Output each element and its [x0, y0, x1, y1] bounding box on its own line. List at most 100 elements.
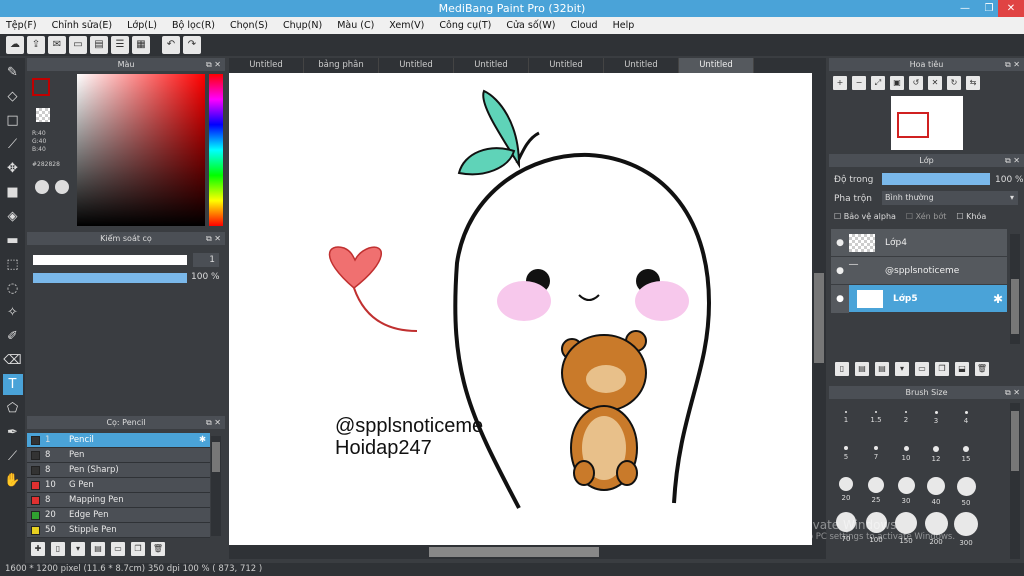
tab-untitled-active[interactable]: Untitled — [679, 58, 754, 73]
text-tool-icon[interactable]: T — [2, 374, 23, 395]
brush-item[interactable]: 50 Stipple Pen — [27, 523, 210, 538]
minimize-icon[interactable]: — — [954, 0, 976, 17]
menu-select[interactable]: Chọn(S) — [230, 20, 268, 31]
palette-add-icon[interactable] — [55, 180, 69, 194]
share-icon[interactable]: ▭ — [69, 36, 87, 54]
tab-untitled[interactable]: Untitled — [604, 58, 679, 73]
brush-size-option[interactable]: 1 — [831, 403, 861, 438]
menu-filter[interactable]: Bộ lọc(R) — [172, 20, 215, 31]
brush-size-option[interactable]: 25 — [861, 473, 891, 508]
tab-untitled[interactable]: Untitled — [229, 58, 304, 73]
brush-size-option[interactable]: 300 — [951, 508, 981, 547]
folder-icon[interactable]: ▭ — [111, 542, 125, 556]
rotate-right-icon[interactable]: ↻ — [947, 76, 961, 90]
list-icon[interactable]: ☰ — [111, 36, 129, 54]
brush-size-option[interactable]: 2 — [891, 403, 921, 438]
fill-tool-icon[interactable]: ◈ — [3, 206, 23, 227]
visibility-icon[interactable]: ● — [831, 284, 849, 313]
zoom-in-icon[interactable]: + — [833, 76, 847, 90]
vertical-scroll-thumb[interactable] — [814, 273, 824, 363]
duplicate-icon[interactable]: ❐ — [935, 362, 949, 376]
brush-item[interactable]: 8 Mapping Pen — [27, 493, 210, 508]
brush-size-option[interactable]: 1.5 — [861, 403, 891, 438]
rectangle-tool-icon[interactable]: ■ — [3, 182, 23, 203]
dot-tool-icon[interactable]: □ — [3, 110, 23, 131]
layer-item-selected[interactable]: ● Lớp5 ✱ — [831, 284, 1007, 313]
line-tool-icon[interactable]: ⟋ — [3, 134, 23, 155]
cloud-icon[interactable]: ☁ — [6, 36, 24, 54]
upload-icon[interactable]: ⇪ — [27, 36, 45, 54]
layer-item[interactable]: ● ━━━ @spplsnoticeme — [831, 257, 1007, 285]
brush-size-option[interactable]: 40 — [921, 473, 951, 508]
undo-icon[interactable]: ↶ — [162, 36, 180, 54]
move-tool-icon[interactable]: ✥ — [3, 158, 23, 179]
menu-view[interactable]: Xem(V) — [389, 20, 424, 31]
brush-size-option[interactable]: 10 — [891, 438, 921, 473]
menu-window[interactable]: Cửa số(W) — [506, 20, 555, 31]
palette-icon[interactable] — [35, 180, 49, 194]
visibility-icon[interactable]: ● — [831, 238, 849, 248]
brush-size-scrollbar[interactable] — [1010, 403, 1020, 559]
trash-icon[interactable]: 🗑 — [151, 542, 165, 556]
fit-icon[interactable]: ⤢ — [871, 76, 885, 90]
hue-slider[interactable] — [209, 74, 223, 226]
brush-size-option[interactable]: 30 — [891, 473, 921, 508]
brush-opacity-slider[interactable] — [33, 273, 187, 283]
layer-add-dropdown-icon[interactable]: ▾ — [895, 362, 909, 376]
document-icon[interactable]: ▤ — [90, 36, 108, 54]
divide-tool-icon[interactable]: ⬠ — [3, 398, 23, 419]
layer-item[interactable]: ● Lớp4 — [831, 229, 1007, 257]
menu-layer[interactable]: Lớp(L) — [127, 20, 157, 31]
tab-untitled[interactable]: Untitled — [379, 58, 454, 73]
flip-icon[interactable]: ⇆ — [966, 76, 980, 90]
gradient-tool-icon[interactable]: ▬ — [3, 230, 23, 251]
canvas-horizontal-scrollbar[interactable] — [229, 545, 826, 559]
layer-menu-icon[interactable]: ▤ — [875, 362, 889, 376]
eyedropper2-icon[interactable]: ⟋ — [3, 446, 23, 467]
brush-settings-icon[interactable]: ▤ — [91, 542, 105, 556]
brush-size-option[interactable]: 50 — [951, 473, 981, 508]
new-layer-icon[interactable]: ▯ — [835, 362, 849, 376]
lock-checkbox[interactable]: ☐ Khóa — [956, 212, 986, 221]
brush-size-option[interactable]: 5 — [831, 438, 861, 473]
panel-popout-icon[interactable]: ⧉ ✕ — [206, 58, 221, 71]
brush-menu-icon[interactable]: ▾ — [71, 542, 85, 556]
close-icon[interactable]: ✕ — [998, 0, 1024, 17]
brush-list-scrollbar[interactable] — [211, 436, 221, 536]
magic-wand-icon[interactable]: ✧ — [3, 302, 23, 323]
brush-size-slider[interactable] — [33, 255, 187, 265]
protect-alpha-checkbox[interactable]: ☐ Bảo vệ alpha — [834, 212, 896, 221]
tab-untitled[interactable]: Untitled — [454, 58, 529, 73]
brush-size-option[interactable]: 12 — [921, 438, 951, 473]
layer-opacity-slider[interactable] — [882, 173, 990, 185]
drawing-canvas[interactable]: @spplsnoticeme Hoidap247 — [229, 73, 812, 545]
lasso-tool-icon[interactable]: ◌ — [3, 278, 23, 299]
secondary-color-swatch[interactable] — [36, 108, 50, 122]
brush-item[interactable]: 20 Edge Pen — [27, 508, 210, 523]
canvas-vertical-scrollbar[interactable] — [812, 73, 826, 545]
hand-tool-icon[interactable]: ✋ — [3, 470, 23, 491]
trash-icon[interactable]: 🗑 — [975, 362, 989, 376]
menu-cloud[interactable]: Cloud — [570, 20, 597, 31]
layer-scrollbar[interactable] — [1010, 234, 1020, 344]
brush-size-option[interactable]: 7 — [861, 438, 891, 473]
brush-tool-icon[interactable]: ✎ — [3, 62, 23, 83]
merge-icon[interactable]: ⬓ — [955, 362, 969, 376]
rotate-left-icon[interactable]: ↺ — [909, 76, 923, 90]
select-eraser-icon[interactable]: ⌫ — [3, 350, 23, 371]
new-brush-icon[interactable]: ▯ — [51, 542, 65, 556]
folder-icon[interactable]: ▭ — [915, 362, 929, 376]
reset-icon[interactable]: ✕ — [928, 76, 942, 90]
brush-item[interactable]: 10 G Pen — [27, 478, 210, 493]
menu-help[interactable]: Help — [613, 20, 635, 31]
navigator-preview[interactable] — [891, 96, 963, 150]
menu-tools[interactable]: Công cụ(T) — [439, 20, 491, 31]
comment-icon[interactable]: ✉ — [48, 36, 66, 54]
panel-popout-icon[interactable]: ⧉ ✕ — [206, 232, 221, 245]
zoom-out-icon[interactable]: − — [852, 76, 866, 90]
menu-snap[interactable]: Chụp(N) — [283, 20, 322, 31]
gear-icon[interactable]: ✱ — [993, 292, 1003, 306]
brush-size-option[interactable]: 3 — [921, 403, 951, 438]
menu-file[interactable]: Tệp(F) — [6, 20, 37, 31]
primary-color-swatch[interactable] — [32, 78, 50, 96]
